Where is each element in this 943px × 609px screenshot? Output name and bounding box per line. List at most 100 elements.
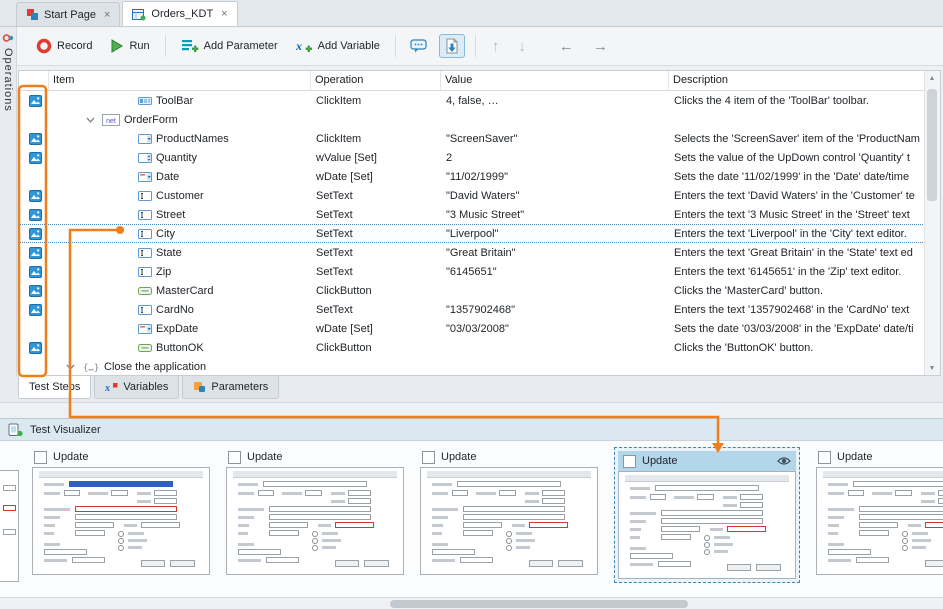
thumbnail-image[interactable] <box>618 471 796 579</box>
test-step-row[interactable]: MasterCardClickButtonClicks the 'MasterC… <box>19 281 925 300</box>
visualizer-thumbnail[interactable]: Update <box>32 447 210 575</box>
test-step-row[interactable]: QuantitywValue [Set]2Sets the value of t… <box>19 148 925 167</box>
scrollbar-thumb[interactable] <box>390 600 688 608</box>
item-combo-icon <box>138 133 152 145</box>
thumbnail-form-mock <box>625 475 789 575</box>
step-item-label: Street <box>156 206 185 223</box>
step-item-cell: Quantity <box>50 149 312 166</box>
add-comment-button[interactable] <box>406 35 432 57</box>
thumbnail-header: Update <box>32 447 210 467</box>
visualizer-image-icon <box>29 209 42 221</box>
table-vertical-scrollbar[interactable]: ▲ ▼ <box>924 71 940 375</box>
test-visualizer-header[interactable]: Test Visualizer <box>0 418 943 441</box>
scrollbar-thumb[interactable] <box>927 89 937 201</box>
step-operation: wDate [Set] <box>312 320 442 337</box>
add-variable-button[interactable]: x Add Variable <box>290 34 385 58</box>
thumbnail-image[interactable] <box>226 467 404 575</box>
visualizer-thumbnail[interactable]: Update <box>420 447 598 575</box>
close-tab-icon[interactable]: × <box>104 9 110 21</box>
step-description: Enters the text 'Great Britain' in the '… <box>670 244 924 261</box>
step-item-cell: Zip <box>50 263 312 280</box>
step-item-label: Close the application <box>104 358 206 375</box>
update-checkbox[interactable] <box>623 455 636 468</box>
test-step-row[interactable]: ProductNamesClickItem"ScreenSaver"Select… <box>19 129 925 148</box>
step-value: "03/03/2008" <box>442 320 670 337</box>
step-image-cell <box>20 320 50 337</box>
indent-icon[interactable]: → <box>587 39 614 54</box>
visualizer-image-icon <box>29 266 42 278</box>
column-header-item[interactable]: Item <box>49 71 311 90</box>
update-checkbox[interactable] <box>818 451 831 464</box>
scroll-up-icon[interactable]: ▲ <box>925 71 939 85</box>
step-item-cell: Customer <box>50 187 312 204</box>
tab-label: Parameters <box>211 381 268 393</box>
item-date-icon <box>138 323 152 335</box>
move-down-icon[interactable]: ↓ <box>512 39 532 54</box>
run-icon <box>109 38 124 54</box>
tab-orders-kdt[interactable]: Orders_KDT × <box>122 1 237 26</box>
steps-table-body: ToolBarClickItem4, false, …Clicks the 4 … <box>19 91 925 375</box>
test-step-row[interactable]: DatewDate [Set]"11/02/1999"Sets the date… <box>19 167 925 186</box>
thumbnail-form-mock <box>427 471 591 571</box>
test-step-row[interactable]: ZipSetText"6145651"Enters the text '6145… <box>19 262 925 281</box>
test-step-row[interactable]: ExpDatewDate [Set]"03/03/2008"Sets the d… <box>19 319 925 338</box>
test-step-row[interactable]: CustomerSetText"David Waters"Enters the … <box>19 186 925 205</box>
visualizer-thumbnail[interactable]: Update <box>816 447 943 575</box>
step-value: "3 Music Street" <box>442 206 670 223</box>
test-step-row[interactable]: CitySetText"Liverpool"Enters the text 'L… <box>19 224 925 243</box>
collapse-chevron-icon[interactable] <box>66 364 75 370</box>
run-button[interactable]: Run <box>104 34 154 58</box>
update-checkbox[interactable] <box>422 451 435 464</box>
close-tab-icon[interactable]: × <box>221 8 227 20</box>
tab-test-steps[interactable]: Test Steps <box>18 376 91 399</box>
tab-label: Test Steps <box>29 381 80 393</box>
test-step-row[interactable]: CardNoSetText"1357902468"Enters the text… <box>19 300 925 319</box>
column-header-value[interactable]: Value <box>441 71 669 90</box>
update-checkbox[interactable] <box>228 451 241 464</box>
toolbar-separator <box>165 35 166 57</box>
step-image-cell <box>20 358 50 375</box>
test-step-row[interactable]: ButtonOKClickButtonClicks the 'ButtonOK'… <box>19 338 925 357</box>
test-step-row[interactable]: StateSetText"Great Britain"Enters the te… <box>19 243 925 262</box>
outdent-icon[interactable]: ← <box>553 39 580 54</box>
tab-start-page[interactable]: Start Page × <box>16 2 120 26</box>
step-value <box>442 111 670 128</box>
tab-parameters[interactable]: Parameters <box>182 376 279 399</box>
operations-panel-strip[interactable]: Operations <box>0 27 17 377</box>
thumbnail-image[interactable] <box>816 467 943 575</box>
insert-operation-button[interactable] <box>439 34 465 58</box>
visualizer-image-icon <box>29 228 42 240</box>
eye-icon[interactable] <box>777 456 791 466</box>
test-step-row[interactable]: StreetSetText"3 Music Street"Enters the … <box>19 205 925 224</box>
update-checkbox[interactable] <box>34 451 47 464</box>
visualizer-thumbnail[interactable]: Update <box>614 447 800 583</box>
visualizer-horizontal-scrollbar[interactable] <box>0 597 943 609</box>
step-item-cell: State <box>50 244 312 261</box>
thumbnail-image[interactable] <box>420 467 598 575</box>
column-header-operation[interactable]: Operation <box>311 71 441 90</box>
step-item-cell: {…}Close the application <box>50 358 312 375</box>
step-image-cell <box>20 92 50 109</box>
tab-variables[interactable]: x Variables <box>94 376 179 399</box>
scroll-down-icon[interactable]: ▼ <box>925 361 939 375</box>
step-operation: wDate [Set] <box>312 168 442 185</box>
step-image-cell <box>20 263 50 280</box>
thumbnail-image[interactable] <box>32 467 210 575</box>
add-parameter-button[interactable]: Add Parameter <box>176 34 283 58</box>
step-description: Enters the text 'David Waters' in the 'C… <box>670 187 924 204</box>
test-step-row[interactable]: ToolBarClickItem4, false, …Clicks the 4 … <box>19 91 925 110</box>
collapse-chevron-icon[interactable] <box>86 117 95 123</box>
column-header-description[interactable]: Description <box>669 71 925 90</box>
step-image-cell <box>20 111 50 128</box>
test-step-row[interactable]: netOrderForm <box>19 110 925 129</box>
step-item-cell: ToolBar <box>50 92 312 109</box>
step-operation: SetText <box>312 244 442 261</box>
record-button[interactable]: Record <box>31 34 97 58</box>
add-parameter-label: Add Parameter <box>204 40 278 52</box>
step-value: "Liverpool" <box>442 225 670 242</box>
visualizer-image-icon <box>29 304 42 316</box>
visualizer-thumbnail[interactable]: Update <box>226 447 404 575</box>
test-step-row[interactable]: {…}Close the application <box>19 357 925 375</box>
move-up-icon[interactable]: ↑ <box>486 39 506 54</box>
column-header-image[interactable] <box>19 71 49 90</box>
